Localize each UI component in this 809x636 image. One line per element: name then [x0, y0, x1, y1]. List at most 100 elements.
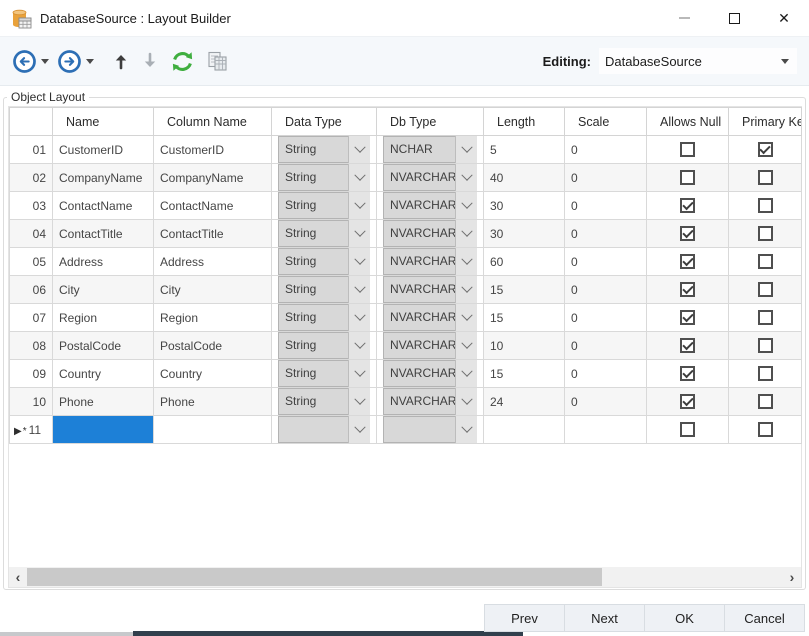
- primary-key-checkbox[interactable]: [758, 282, 773, 297]
- column-name-cell[interactable]: CompanyName: [154, 164, 272, 192]
- copy-layout-button[interactable]: [206, 47, 229, 75]
- back-button[interactable]: [12, 47, 37, 75]
- length-cell[interactable]: 15: [484, 276, 565, 304]
- column-name-cell[interactable]: Phone: [154, 388, 272, 416]
- column-name-cell[interactable]: [154, 416, 272, 444]
- column-name-cell[interactable]: City: [154, 276, 272, 304]
- primary-key-checkbox[interactable]: [758, 170, 773, 185]
- close-button[interactable]: ✕: [759, 0, 809, 36]
- length-cell[interactable]: 30: [484, 220, 565, 248]
- db-type-dropdown[interactable]: NCHAR: [383, 136, 477, 163]
- allows-null-checkbox[interactable]: [680, 422, 695, 437]
- allows-null-checkbox[interactable]: [680, 282, 695, 297]
- data-type-dropdown[interactable]: String: [278, 332, 370, 359]
- scale-cell[interactable]: 0: [565, 136, 647, 164]
- allows-null-checkbox[interactable]: [680, 310, 695, 325]
- name-cell[interactable]: City: [53, 276, 154, 304]
- length-cell[interactable]: 10: [484, 332, 565, 360]
- col-header-primary-key[interactable]: Primary Key: [729, 108, 802, 136]
- scale-cell[interactable]: 0: [565, 388, 647, 416]
- data-type-dropdown[interactable]: String: [278, 248, 370, 275]
- row-header[interactable]: 10: [10, 388, 53, 416]
- allows-null-checkbox[interactable]: [680, 226, 695, 241]
- length-cell[interactable]: 40: [484, 164, 565, 192]
- db-type-dropdown[interactable]: NVARCHAR: [383, 248, 477, 275]
- col-header-data-type[interactable]: Data Type: [272, 108, 377, 136]
- allows-null-checkbox[interactable]: [680, 142, 695, 157]
- next-button[interactable]: Next: [564, 604, 645, 632]
- scale-cell[interactable]: 0: [565, 220, 647, 248]
- data-type-dropdown[interactable]: String: [278, 220, 370, 247]
- db-type-dropdown[interactable]: NVARCHAR: [383, 332, 477, 359]
- row-header[interactable]: 04: [10, 220, 53, 248]
- data-type-dropdown[interactable]: [278, 416, 370, 443]
- prev-button[interactable]: Prev: [484, 604, 565, 632]
- name-cell[interactable]: Address: [53, 248, 154, 276]
- col-header-scale[interactable]: Scale: [565, 108, 647, 136]
- name-cell[interactable]: ContactName: [53, 192, 154, 220]
- scale-cell[interactable]: 0: [565, 304, 647, 332]
- primary-key-checkbox[interactable]: [758, 254, 773, 269]
- primary-key-checkbox[interactable]: [758, 394, 773, 409]
- scale-cell[interactable]: 0: [565, 360, 647, 388]
- length-cell[interactable]: 24: [484, 388, 565, 416]
- forward-dropdown-caret[interactable]: [86, 59, 94, 68]
- length-cell[interactable]: 5: [484, 136, 565, 164]
- selected-cell[interactable]: [53, 416, 154, 444]
- db-type-dropdown[interactable]: NVARCHAR: [383, 220, 477, 247]
- row-header[interactable]: 05: [10, 248, 53, 276]
- col-header-column-name[interactable]: Column Name: [154, 108, 272, 136]
- back-dropdown-caret[interactable]: [41, 59, 49, 68]
- length-cell[interactable]: 15: [484, 360, 565, 388]
- db-type-dropdown[interactable]: [383, 416, 477, 443]
- length-cell[interactable]: 15: [484, 304, 565, 332]
- name-cell[interactable]: Region: [53, 304, 154, 332]
- column-name-cell[interactable]: ContactName: [154, 192, 272, 220]
- forward-button[interactable]: [57, 47, 82, 75]
- primary-key-checkbox[interactable]: [758, 366, 773, 381]
- allows-null-checkbox[interactable]: [680, 338, 695, 353]
- column-name-cell[interactable]: Address: [154, 248, 272, 276]
- allows-null-checkbox[interactable]: [680, 170, 695, 185]
- name-cell[interactable]: Country: [53, 360, 154, 388]
- column-name-cell[interactable]: PostalCode: [154, 332, 272, 360]
- db-type-dropdown[interactable]: NVARCHAR: [383, 304, 477, 331]
- scale-cell[interactable]: 0: [565, 164, 647, 192]
- data-type-dropdown[interactable]: String: [278, 192, 370, 219]
- editing-combobox[interactable]: DatabaseSource: [599, 48, 797, 74]
- col-header-name[interactable]: Name: [53, 108, 154, 136]
- minimize-button[interactable]: [659, 0, 709, 36]
- data-type-dropdown[interactable]: String: [278, 164, 370, 191]
- cancel-button[interactable]: Cancel: [724, 604, 805, 632]
- db-type-dropdown[interactable]: NVARCHAR: [383, 164, 477, 191]
- db-type-dropdown[interactable]: NVARCHAR: [383, 276, 477, 303]
- col-header-db-type[interactable]: Db Type: [377, 108, 484, 136]
- row-header[interactable]: 03: [10, 192, 53, 220]
- col-header-length[interactable]: Length: [484, 108, 565, 136]
- column-name-cell[interactable]: CustomerID: [154, 136, 272, 164]
- row-header[interactable]: 01: [10, 136, 53, 164]
- col-header-row-selector[interactable]: [10, 108, 53, 136]
- scale-cell[interactable]: 0: [565, 276, 647, 304]
- primary-key-checkbox[interactable]: [758, 142, 773, 157]
- row-header[interactable]: 09: [10, 360, 53, 388]
- scale-cell[interactable]: 0: [565, 248, 647, 276]
- move-up-button[interactable]: [112, 47, 130, 75]
- horizontal-scrollbar[interactable]: ‹ ›: [9, 567, 801, 587]
- primary-key-checkbox[interactable]: [758, 310, 773, 325]
- primary-key-checkbox[interactable]: [758, 422, 773, 437]
- allows-null-checkbox[interactable]: [680, 366, 695, 381]
- col-header-allows-null[interactable]: Allows Null: [647, 108, 729, 136]
- db-type-dropdown[interactable]: NVARCHAR: [383, 388, 477, 415]
- primary-key-checkbox[interactable]: [758, 338, 773, 353]
- allows-null-checkbox[interactable]: [680, 198, 695, 213]
- scale-cell[interactable]: [565, 416, 647, 444]
- scrollbar-track[interactable]: [27, 567, 783, 587]
- row-header[interactable]: 02: [10, 164, 53, 192]
- allows-null-checkbox[interactable]: [680, 394, 695, 409]
- data-type-dropdown[interactable]: String: [278, 136, 370, 163]
- scroll-right-arrow[interactable]: ›: [783, 567, 801, 587]
- db-type-dropdown[interactable]: NVARCHAR: [383, 192, 477, 219]
- length-cell[interactable]: 30: [484, 192, 565, 220]
- row-header[interactable]: 06: [10, 276, 53, 304]
